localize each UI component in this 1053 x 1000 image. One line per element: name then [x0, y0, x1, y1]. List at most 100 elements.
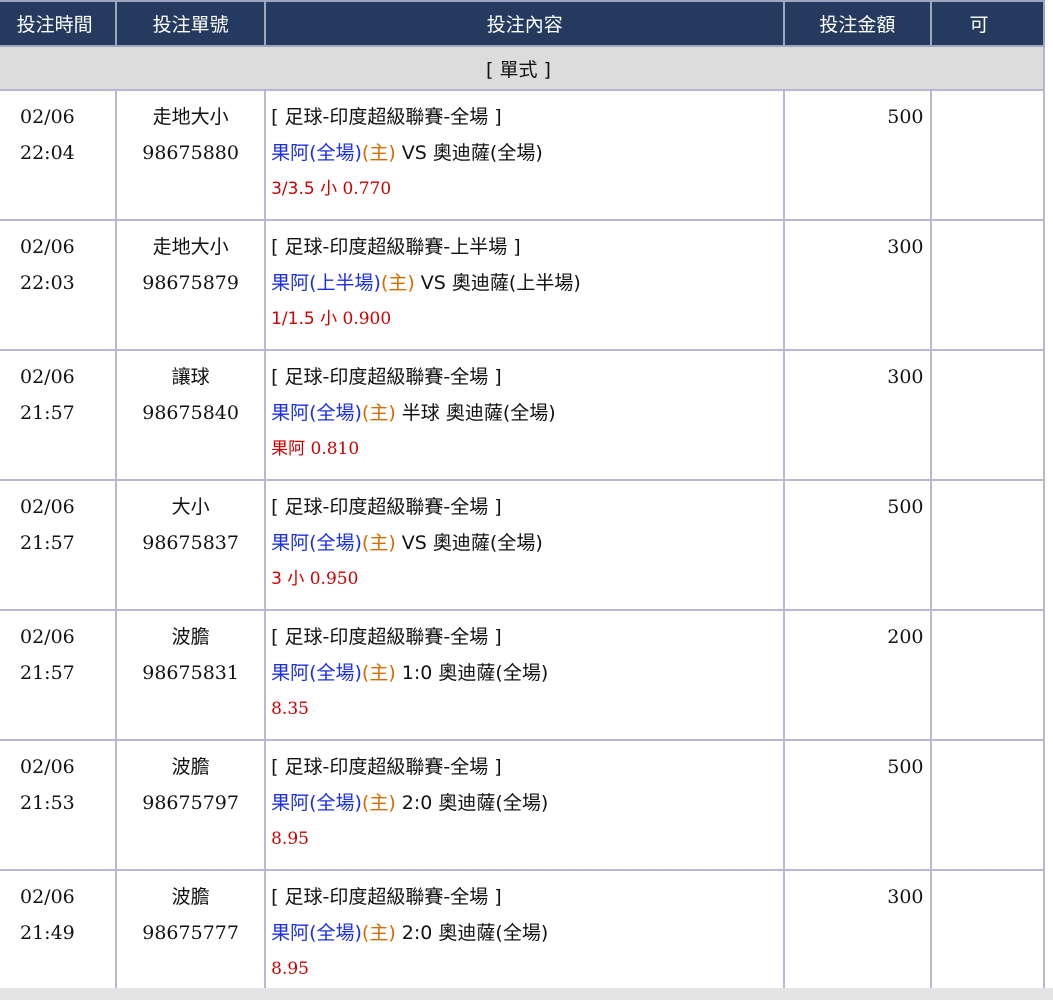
home-team: 果阿(全場) — [271, 402, 362, 424]
bet-type: 讓球 — [171, 366, 210, 388]
bet-number-cell: 讓球 98675840 — [115, 349, 267, 481]
bet-selection: 8.35 — [271, 691, 782, 727]
header-content[interactable]: 投注內容 — [264, 0, 786, 47]
bet-selection: 3 小 0.950 — [271, 561, 782, 597]
bet-time-cell: 02/06 22:03 — [0, 219, 118, 351]
bet-odds: 0.900 — [342, 309, 392, 329]
bet-content-cell: [ 足球-印度超級聯賽-全場 ] 果阿(全場)(主) 2:0 奧迪薩(全場) 8.… — [264, 869, 786, 1000]
home-team: 果阿(全場) — [271, 662, 362, 684]
bet-amount: 500 — [783, 89, 932, 221]
bet-amount: 300 — [783, 349, 932, 481]
bet-extra-cell — [929, 739, 1046, 871]
bet-row: 02/06 21:57 波膽 98675831 [ 足球-印度超級聯賽-全場 ] 果阿(全… — [0, 609, 1046, 741]
bet-clock: 21:57 — [20, 402, 75, 424]
home-team: 果阿(上半場) — [271, 272, 381, 294]
bet-match: 果阿(全場)(主) 1:0 奧迪薩(全場) — [271, 655, 782, 691]
bet-number[interactable]: 98675831 — [118, 655, 263, 691]
bet-league: [ 足球-印度超級聯賽-全場 ] — [271, 626, 502, 648]
bet-content-cell: [ 足球-印度超級聯賽-全場 ] 果阿(全場)(主) 2:0 奧迪薩(全場) 8.… — [264, 739, 786, 871]
bet-extra-cell — [929, 89, 1046, 221]
bet-time-cell: 02/06 21:57 — [0, 349, 118, 481]
bet-match: 果阿(全場)(主) 2:0 奧迪薩(全場) — [271, 785, 782, 821]
bet-history-panel: 投注時間 投注單號 投注內容 投注金額 可 [ 單式 ] 02/06 22:04 走… — [0, 0, 1053, 1000]
bet-type: 大小 — [171, 496, 210, 518]
bet-match: 果阿(全場)(主) VS 奧迪薩(全場) — [271, 525, 782, 561]
home-tag: (主) — [380, 272, 415, 294]
bet-row: 02/06 21:57 讓球 98675840 [ 足球-印度超級聯賽-全場 ] 果阿(全… — [0, 349, 1046, 481]
bet-time-cell: 02/06 21:57 — [0, 609, 118, 741]
bet-pick: 3 小 — [271, 569, 305, 589]
bet-league: [ 足球-印度超級聯賽-全場 ] — [271, 366, 502, 388]
away-team: 奧迪薩(全場) — [438, 922, 549, 944]
bet-amount: 300 — [783, 219, 932, 351]
bet-date: 02/06 — [20, 106, 75, 128]
bet-row: 02/06 22:04 走地大小 98675880 [ 足球-印度超級聯賽-全場 ] 果阿… — [0, 89, 1046, 221]
away-team: 奧迪薩(全場) — [438, 662, 549, 684]
match-separator: 半球 — [401, 402, 440, 424]
bet-date: 02/06 — [20, 496, 75, 518]
bet-extra-cell — [929, 479, 1046, 611]
header-number[interactable]: 投注單號 — [115, 0, 267, 47]
bet-amount: 500 — [783, 479, 932, 611]
home-tag: (主) — [361, 532, 396, 554]
bet-number[interactable]: 98675777 — [118, 915, 263, 951]
bet-selection: 8.95 — [271, 951, 782, 987]
match-separator: VS — [401, 142, 427, 164]
bet-content-cell: [ 足球-印度超級聯賽-全場 ] 果阿(全場)(主) 1:0 奧迪薩(全場) 8.… — [264, 609, 786, 741]
bet-extra-cell — [929, 609, 1046, 741]
bet-number-cell: 大小 98675837 — [115, 479, 267, 611]
section-label: [ 單式 ] — [0, 45, 1045, 91]
bet-number[interactable]: 98675879 — [118, 265, 263, 301]
bet-match: 果阿(全場)(主) VS 奧迪薩(全場) — [271, 135, 782, 171]
home-tag: (主) — [361, 142, 396, 164]
home-team: 果阿(全場) — [271, 922, 362, 944]
bet-league: [ 足球-印度超級聯賽-全場 ] — [271, 886, 502, 908]
bet-match: 果阿(全場)(主) 半球 奧迪薩(全場) — [271, 395, 782, 431]
header-time[interactable]: 投注時間 — [0, 0, 118, 47]
bet-odds: 0.950 — [309, 569, 359, 589]
bet-extra-cell — [929, 349, 1046, 481]
bet-selection: 8.95 — [271, 821, 782, 857]
bet-clock: 22:03 — [20, 272, 75, 294]
bet-league: [ 足球-印度超級聯賽-全場 ] — [271, 106, 502, 128]
bet-pick: 果阿 — [271, 439, 306, 459]
bet-row: 02/06 21:53 波膽 98675797 [ 足球-印度超級聯賽-全場 ] 果阿(全… — [0, 739, 1046, 871]
bet-clock: 21:57 — [20, 662, 75, 684]
bet-match: 果阿(全場)(主) 2:0 奧迪薩(全場) — [271, 915, 782, 951]
bet-number[interactable]: 98675840 — [118, 395, 263, 431]
bet-number-cell: 波膽 98675831 — [115, 609, 267, 741]
home-tag: (主) — [361, 792, 396, 814]
bet-type: 波膽 — [171, 626, 210, 648]
bet-type: 走地大小 — [152, 106, 229, 128]
bet-date: 02/06 — [20, 626, 75, 648]
bet-match: 果阿(上半場)(主) VS 奧迪薩(上半場) — [271, 265, 782, 301]
bet-amount: 300 — [783, 869, 932, 1000]
bet-date: 02/06 — [20, 756, 75, 778]
bet-date: 02/06 — [20, 366, 75, 388]
bet-content-cell: [ 足球-印度超級聯賽-全場 ] 果阿(全場)(主) VS 奧迪薩(全場) 3/3.… — [264, 89, 786, 221]
bet-number-cell: 走地大小 98675880 — [115, 89, 267, 221]
bet-number-cell: 波膽 98675777 — [115, 869, 267, 1000]
bet-number[interactable]: 98675880 — [118, 135, 263, 171]
bet-clock: 22:04 — [20, 142, 75, 164]
bet-number[interactable]: 98675837 — [118, 525, 263, 561]
bet-extra-cell — [929, 869, 1046, 1000]
bet-odds: 8.95 — [271, 829, 309, 849]
away-team: 奧迪薩(全場) — [438, 792, 549, 814]
bet-number[interactable]: 98675797 — [118, 785, 263, 821]
bet-clock: 21:57 — [20, 532, 75, 554]
bet-odds: 8.95 — [271, 959, 309, 979]
bet-type: 波膽 — [171, 756, 210, 778]
bet-pick: 3/3.5 小 — [271, 179, 338, 199]
bet-row: 02/06 22:03 走地大小 98675879 [ 足球-印度超級聯賽-上半場 ] 果… — [0, 219, 1046, 351]
bet-odds: 0.810 — [310, 439, 360, 459]
home-team: 果阿(全場) — [271, 532, 362, 554]
bet-number-cell: 走地大小 98675879 — [115, 219, 267, 351]
home-team: 果阿(全場) — [271, 792, 362, 814]
away-team: 奧迪薩(上半場) — [451, 272, 581, 294]
header-extra[interactable]: 可 — [929, 0, 1046, 47]
bet-content-cell: [ 足球-印度超級聯賽-上半場 ] 果阿(上半場)(主) VS 奧迪薩(上半場) 1… — [264, 219, 786, 351]
header-amount[interactable]: 投注金額 — [783, 0, 932, 47]
home-tag: (主) — [361, 922, 396, 944]
bet-extra-cell — [929, 219, 1046, 351]
